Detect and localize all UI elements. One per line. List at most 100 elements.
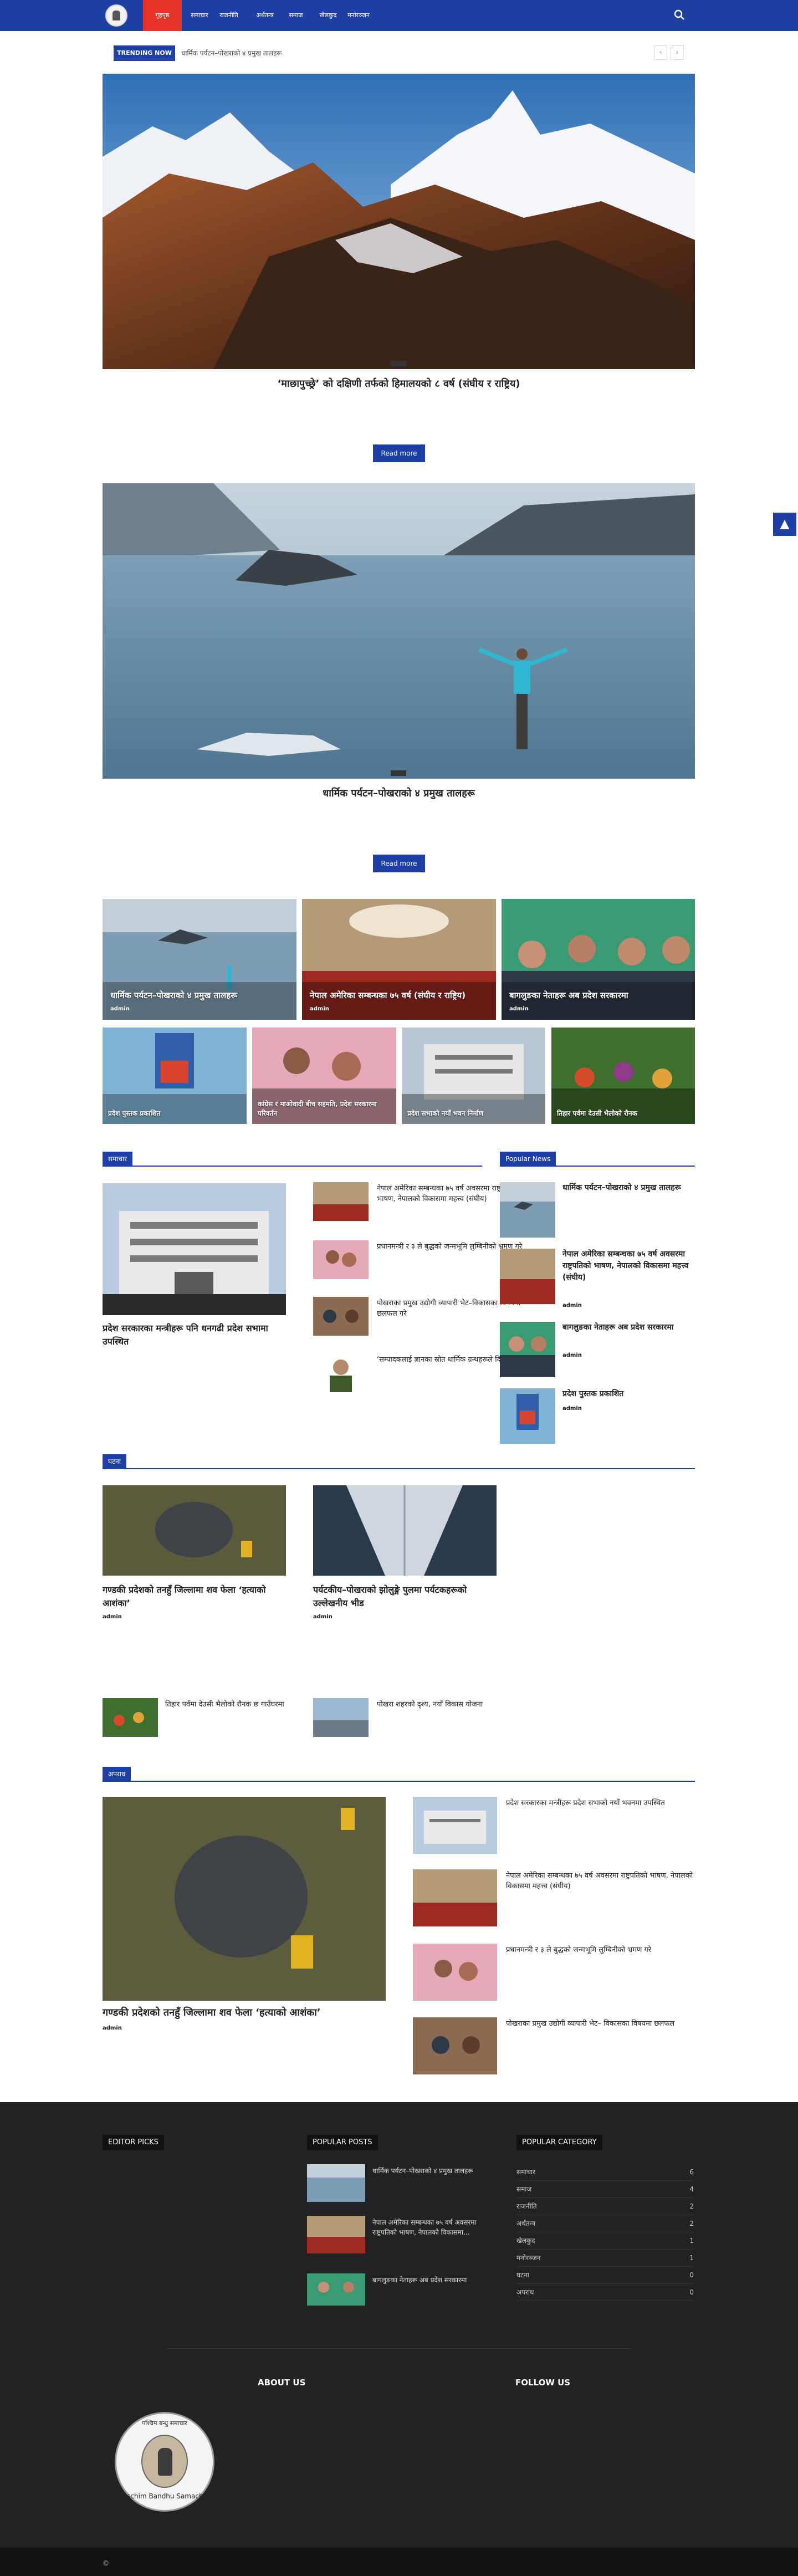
lake-thumb (307, 2164, 365, 2202)
section2-card-image-1[interactable] (103, 1485, 286, 1576)
footer-logo-text-top: पश्चिम बन्धु समाचार (142, 2420, 187, 2427)
section1-lead-title[interactable]: प्रदेश सरकारका मन्त्रीहरू पनि धनगढी प्रद… (103, 1322, 286, 1348)
popular-thumb-3[interactable] (500, 1322, 555, 1377)
tile-author[interactable]: admin (509, 1006, 529, 1012)
section3-thumb-1[interactable] (413, 1797, 497, 1854)
section3-thumb-2[interactable] (413, 1869, 497, 1926)
footer-category-row[interactable]: अर्थतन्त्र 2 (516, 2215, 694, 2232)
section3-lead-author[interactable]: admin (103, 2025, 122, 2031)
footer-post-title[interactable]: धार्मिक पर्यटन–पोखराको ४ प्रमुख तालहरू (372, 2166, 494, 2176)
section2-small-title[interactable]: तिहार पर्वमा देउसी भैलोको रौनक छ गाउँघरम… (165, 1699, 287, 1710)
section3-thumb-4[interactable] (413, 2017, 497, 2074)
popular-item-title[interactable]: धार्मिक पर्यटन–पोखराको ४ प्रमुख तालहरू (562, 1182, 695, 1194)
section2-card-author[interactable]: admin (103, 1614, 122, 1620)
footer-category-row[interactable]: खेलकुद 1 (516, 2232, 694, 2250)
section2-small-thumb-2[interactable] (313, 1698, 369, 1737)
hero-image-mountains[interactable] (103, 74, 695, 369)
copyright: © (103, 2559, 109, 2567)
search-icon[interactable] (673, 9, 686, 21)
tile-caption[interactable]: कांग्रेस र माओवादी बीच सहमति, प्रदेश सरक… (258, 1100, 391, 1118)
section3-item-title[interactable]: प्रदेश सरकारका मन्त्रीहरू प्रदेश सभाको न… (506, 1798, 694, 1808)
tile-caption[interactable]: बागलुङका नेताहरू अब प्रदेश सरकारमा (509, 990, 687, 1001)
section1-thumb-2[interactable] (313, 1240, 369, 1279)
section1-thumb-1[interactable] (313, 1182, 369, 1221)
section3-item-title[interactable]: नेपाल अमेरिका सम्बन्धका ७५ वर्ष अवसरमा र… (506, 1870, 694, 1892)
nav-item-sports[interactable]: खेलकुद (317, 0, 339, 31)
section2-small-thumb-1[interactable] (103, 1698, 158, 1737)
nav-item-economy[interactable]: अर्थतन्त्र (249, 0, 280, 31)
tile-caption[interactable]: प्रदेश सभाको नयाँ भवन निर्माण (407, 1109, 540, 1118)
section3-item-title[interactable]: पोखराका प्रमुख उद्योगी व्यापारी भेट– विक… (506, 2018, 694, 2029)
section-tag-news[interactable]: समाचार (103, 1152, 133, 1166)
trending-label: TRENDING NOW (114, 45, 175, 61)
footer-category-row[interactable]: राजनीति 2 (516, 2198, 694, 2215)
featured-tile-1[interactable]: धार्मिक पर्यटन–पोखराको ४ प्रमुख तालहरू a… (103, 899, 296, 1020)
small-tile-3[interactable]: प्रदेश सभाको नयाँ भवन निर्माण (402, 1028, 545, 1124)
small-tile-4[interactable]: तिहार पर्वमा देउसी भैलोको रौनक (551, 1028, 695, 1124)
section-tag-incident[interactable]: घटना (103, 1454, 126, 1469)
hero-title-2[interactable]: धार्मिक पर्यटन–पोखराको ४ प्रमुख तालहरू (103, 786, 695, 800)
featured-tile-3[interactable]: बागलुङका नेताहरू अब प्रदेश सरकारमा admin (502, 899, 695, 1020)
popular-item-title[interactable]: प्रदेश पुस्तक प्रकाशित (562, 1388, 695, 1400)
tile-author[interactable]: admin (310, 1006, 329, 1012)
trending-prev-button[interactable]: ‹ (654, 45, 667, 60)
footer-post-thumb-1[interactable] (307, 2164, 365, 2202)
footer-category-row[interactable]: मनोरञ्जन 1 (516, 2250, 694, 2267)
read-more-button-2[interactable]: Read more (373, 855, 425, 872)
footer-category-row[interactable]: समाचार 6 (516, 2164, 694, 2181)
small-tile-2[interactable]: कांग्रेस र माओवादी बीच सहमति, प्रदेश सरक… (252, 1028, 396, 1124)
section3-lead-title[interactable]: गण्डकी प्रदेशको तनहुँ जिल्लामा शव फेला ‘… (103, 2006, 386, 2020)
popular-thumb-4[interactable] (500, 1388, 555, 1444)
section2-card-author[interactable]: admin (313, 1614, 332, 1620)
tile-caption[interactable]: नेपाल अमेरिका सम्बन्धका ७५ वर्ष (संघीय र… (310, 990, 488, 1001)
section1-lead-image[interactable] (103, 1183, 286, 1315)
trending-headline[interactable]: धार्मिक पर्यटन–पोखराको ४ प्रमुख तालहरू (181, 45, 569, 61)
popular-thumb-1[interactable] (500, 1182, 555, 1238)
footer-post-title[interactable]: बागलुङका नेताहरू अब प्रदेश सरकारमा (372, 2275, 494, 2285)
nav-item-politics[interactable]: राजनीति (215, 0, 243, 31)
popular-item-title[interactable]: बागलुङका नेताहरू अब प्रदेश सरकारमा (562, 1322, 695, 1333)
section2-small-title[interactable]: पोखरा शहरको दृश्य, नयाँ विकास योजना (377, 1699, 499, 1710)
nav-item-society[interactable]: समाज (286, 0, 306, 31)
section1-thumb-4[interactable] (313, 1353, 369, 1392)
footer-category-row[interactable]: समाज 4 (516, 2181, 694, 2198)
nav-item-news[interactable]: समाचार (188, 0, 211, 31)
section2-card-image-2[interactable] (313, 1485, 497, 1576)
hero-title-1[interactable]: ‘माछापुच्छ्रे’ को दक्षिणी तर्फको हिमालयक… (103, 377, 695, 390)
nav-item-entertainment[interactable]: मनोरञ्जन (346, 0, 371, 31)
site-logo[interactable] (105, 4, 127, 27)
small-tile-1[interactable]: प्रदेश पुस्तक प्रकाशित (103, 1028, 247, 1124)
footer-post-thumb-3[interactable] (307, 2273, 365, 2306)
meeting-thumb (413, 1944, 497, 2001)
section-tag-crime[interactable]: अपराध (103, 1767, 131, 1781)
popular-item-author[interactable]: admin (562, 1302, 582, 1309)
office-thumb (413, 2017, 497, 2074)
section2-card-title[interactable]: गण्डकी प्रदेशको तनहुँ जिल्लामा शव फेला ‘… (103, 1583, 286, 1610)
read-more-button-1[interactable]: Read more (373, 444, 425, 462)
footer-category-row[interactable]: अपराध 0 (516, 2284, 694, 2301)
footer-post-thumb-2[interactable] (307, 2216, 365, 2253)
featured-tile-2[interactable]: नेपाल अमेरिका सम्बन्धका ७५ वर्ष (संघीय र… (302, 899, 496, 1020)
popular-item-author[interactable]: admin (562, 1352, 582, 1358)
trending-next-button[interactable]: › (671, 45, 684, 60)
tile-author[interactable]: admin (110, 1006, 130, 1012)
hero-image-lake[interactable] (103, 483, 695, 779)
section3-item-title[interactable]: प्रधानमन्त्री र ३ ले बुद्धको जन्मभूमि लु… (506, 1945, 694, 1955)
popular-thumb-2[interactable] (500, 1249, 555, 1304)
section3-thumb-3[interactable] (413, 1944, 497, 2001)
footer-category-row[interactable]: घटना 0 (516, 2267, 694, 2284)
popular-item-title[interactable]: नेपाल अमेरिका सम्बन्धका ७५ वर्ष अवसरमा र… (562, 1249, 695, 1284)
tile-caption[interactable]: धार्मिक पर्यटन–पोखराको ४ प्रमुख तालहरू (110, 990, 289, 1001)
section1-thumb-3[interactable] (313, 1297, 369, 1336)
section2-card-title[interactable]: पर्यटकीय–पोखराको झोलुङ्गे पुलमा पर्यटकहर… (313, 1583, 497, 1610)
popular-item-author[interactable]: admin (562, 1405, 582, 1412)
crime-scene-photo (103, 1797, 386, 2001)
footer-logo[interactable]: पश्चिम बन्धु समाचार Paschim Bandhu Samac… (115, 2412, 214, 2512)
nav-item-home[interactable]: गृहपृष्ठ (143, 0, 182, 31)
section3-lead-image[interactable] (103, 1797, 386, 2001)
tile-caption[interactable]: तिहार पर्वमा देउसी भैलोको रौनक (557, 1109, 689, 1118)
tile-caption[interactable]: प्रदेश पुस्तक प्रकाशित (108, 1109, 241, 1118)
scroll-to-top-button[interactable]: ▲ (773, 513, 796, 536)
hall-thumb (500, 1249, 555, 1304)
footer-post-title[interactable]: नेपाल अमेरिका सम्बन्धका ७५ वर्ष अवसरमा र… (372, 2217, 494, 2237)
